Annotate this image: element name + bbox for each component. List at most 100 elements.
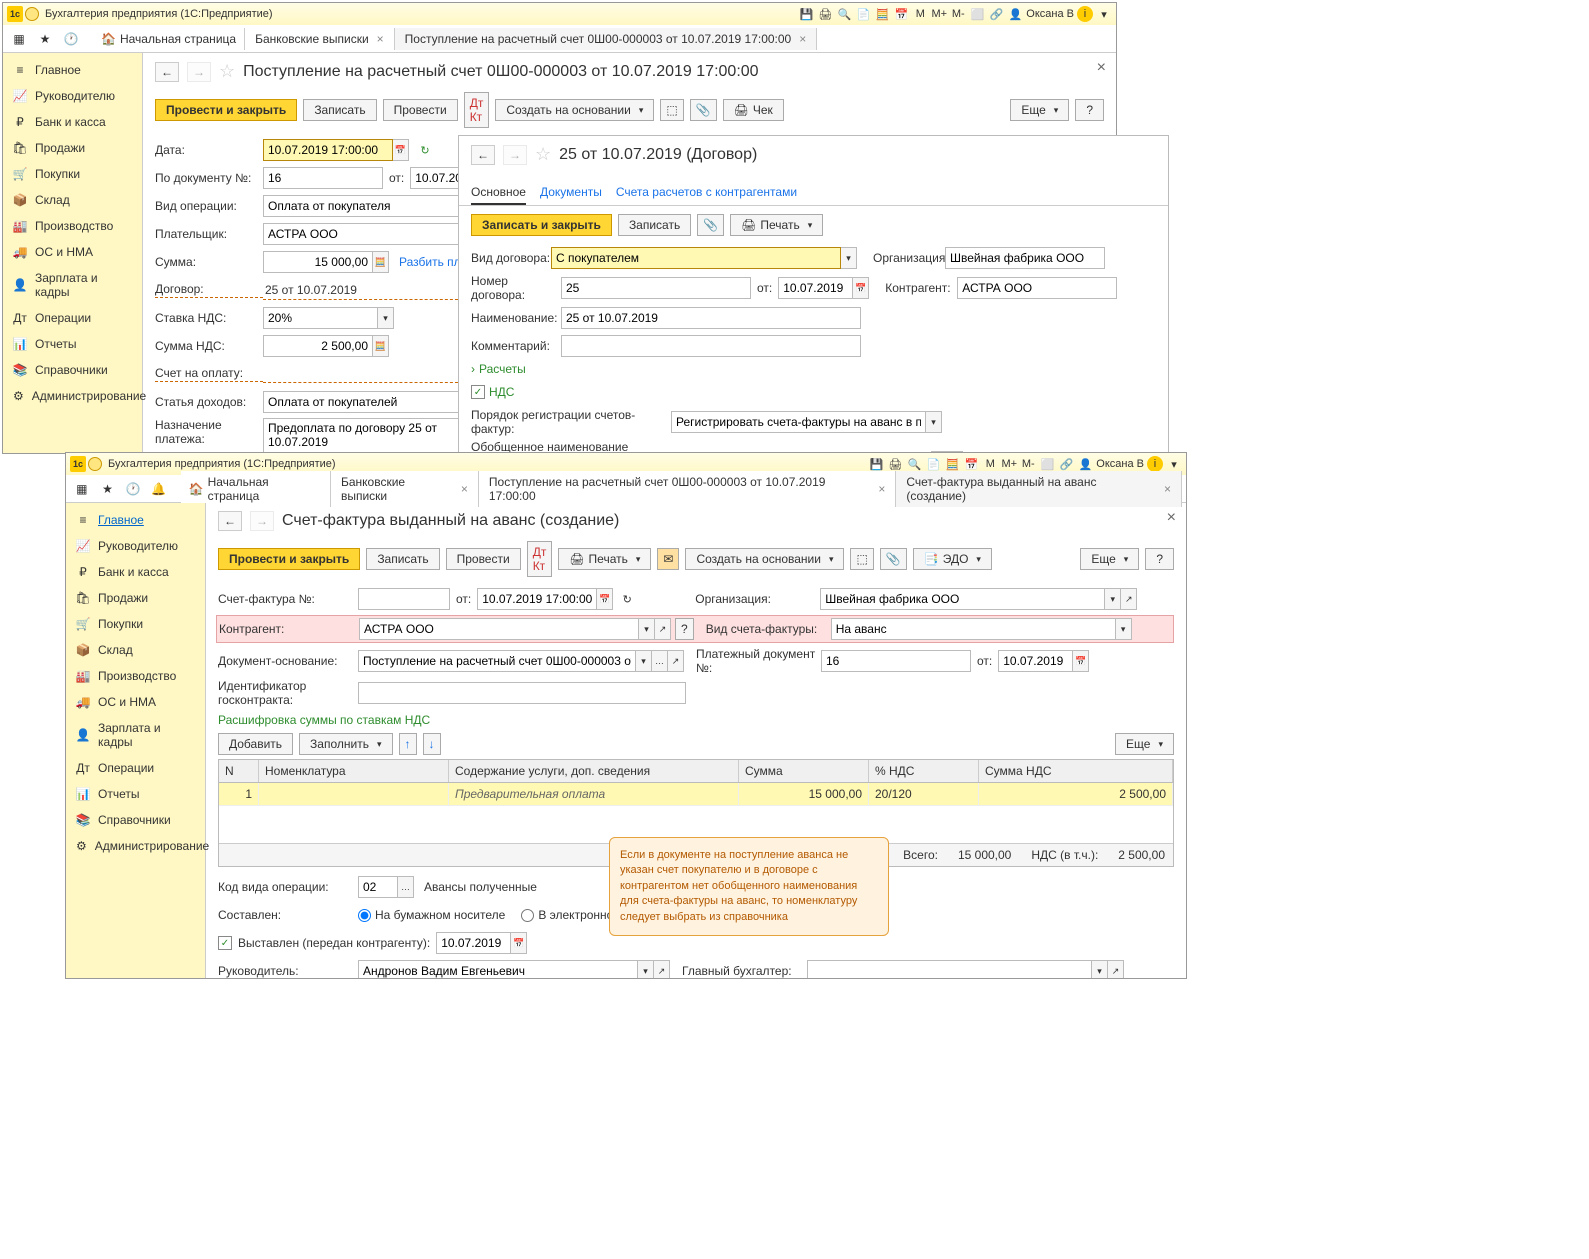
sidebar-item-Склад[interactable]: 📦Склад <box>66 637 205 663</box>
window-icon[interactable]: ⬜ <box>969 6 985 22</box>
forward-button[interactable]: → <box>187 62 211 82</box>
close-icon[interactable]: × <box>878 482 885 496</box>
optype-input[interactable] <box>263 195 463 217</box>
org-input[interactable] <box>945 247 1105 269</box>
calendar-button[interactable]: 📅 <box>1073 650 1089 672</box>
issued-checkbox[interactable]: ✓ <box>218 936 232 950</box>
vatsum-input[interactable] <box>263 335 373 357</box>
compare-icon[interactable]: 📄 <box>855 6 871 22</box>
sidebar-item-Отчеты[interactable]: 📊Отчеты <box>66 781 205 807</box>
docnum-input[interactable] <box>263 167 383 189</box>
purpose-input[interactable]: Предоплата по договору 25 от 10.07.2019 <box>263 418 463 453</box>
open-button[interactable]: ↗ <box>655 618 671 640</box>
radio-electronic[interactable] <box>521 909 534 922</box>
tab-home[interactable]: 🏠 Начальная страница <box>181 471 331 507</box>
sidebar-item-Зарплата и кадры[interactable]: 👤Зарплата и кадры <box>66 715 205 755</box>
apps-icon[interactable]: ▦ <box>70 477 94 501</box>
favorite-star-icon[interactable]: ☆ <box>535 144 551 165</box>
table-row[interactable]: 1 Предварительная оплата 15 000,00 20/12… <box>219 783 1173 806</box>
radio-paper[interactable] <box>358 909 371 922</box>
calc-icon[interactable]: 🧮 <box>874 6 890 22</box>
tab-accounts[interactable]: Счета расчетов с контрагентами <box>616 185 797 205</box>
vatrate-input[interactable] <box>263 307 378 329</box>
name-input[interactable] <box>561 307 861 329</box>
help-small-button[interactable]: ? <box>675 618 694 640</box>
calendar-button[interactable]: 📅 <box>597 588 613 610</box>
invoice-date-input[interactable] <box>477 588 597 610</box>
counter-input[interactable] <box>359 618 639 640</box>
tab-receipt[interactable]: Поступление на расчетный счет 0Ш00-00000… <box>395 28 818 50</box>
sidebar-item-Справочники[interactable]: 📚Справочники <box>3 357 142 383</box>
date-input[interactable] <box>263 139 393 161</box>
sidebar-item-Справочники[interactable]: 📚Справочники <box>66 807 205 833</box>
tab-receipt[interactable]: Поступление на расчетный счет 0Ш00-00000… <box>479 471 896 507</box>
sidebar-item-Банк и касса[interactable]: ₽Банк и касса <box>66 559 205 585</box>
post-button[interactable]: Провести <box>446 548 521 570</box>
tab-invoice[interactable]: Счет-фактура выданный на аванс (создание… <box>896 471 1182 507</box>
print-icon[interactable]: 🖨 <box>817 6 833 22</box>
tab-bank-statements[interactable]: Банковские выписки× <box>331 471 479 507</box>
open-button[interactable]: ↗ <box>1108 960 1124 978</box>
history-icon[interactable]: 🕐 <box>121 477 145 501</box>
sidebar-item-Продажи[interactable]: 🛍Продажи <box>66 585 205 611</box>
sidebar-item-Покупки[interactable]: 🛒Покупки <box>3 161 142 187</box>
mplus-button[interactable]: M+ <box>931 6 947 22</box>
attach-button[interactable]: 📎 <box>697 214 724 236</box>
calendar-button[interactable]: 📅 <box>853 277 869 299</box>
basis-input[interactable] <box>358 650 636 672</box>
fill-button[interactable]: Заполнить <box>299 733 392 755</box>
close-icon[interactable]: × <box>377 32 384 46</box>
star-icon[interactable]: ★ <box>33 27 57 51</box>
m-button[interactable]: M <box>912 6 928 22</box>
open-button[interactable]: ↗ <box>654 960 670 978</box>
dtkt-button[interactable]: ДтКт <box>464 92 490 128</box>
dropdown-button[interactable]: ▾ <box>1105 588 1121 610</box>
tab-main[interactable]: Основное <box>471 185 526 205</box>
attach-button[interactable]: 📎 <box>880 548 907 570</box>
move-up-button[interactable]: ↑ <box>399 733 417 755</box>
star-icon[interactable]: ★ <box>96 477 120 501</box>
sidebar-item-Администрирование[interactable]: ⚙Администрирование <box>66 833 205 859</box>
help-button[interactable]: ? <box>1145 548 1174 570</box>
sidebar-item-Операции[interactable]: ДтОперации <box>3 305 142 331</box>
dots-button[interactable]: … <box>398 876 414 898</box>
record-button[interactable]: Записать <box>618 214 691 236</box>
sidebar-item-Главное[interactable]: ≡Главное <box>3 57 142 83</box>
head-input[interactable] <box>358 960 638 978</box>
more-button[interactable]: Еще <box>1010 99 1069 121</box>
refresh-icon[interactable]: ↻ <box>417 142 433 158</box>
back-button[interactable]: ← <box>218 511 242 531</box>
close-document-button[interactable]: × <box>1097 59 1106 77</box>
attach-button[interactable]: 📎 <box>690 99 717 121</box>
paydoc-input[interactable] <box>821 650 971 672</box>
accountant-input[interactable] <box>807 960 1092 978</box>
gosid-input[interactable] <box>358 682 686 704</box>
info-icon[interactable]: i <box>1077 6 1093 22</box>
sidebar-item-ОС и НМА[interactable]: 🚚ОС и НМА <box>66 689 205 715</box>
back-button[interactable]: ← <box>471 145 495 165</box>
link-icon[interactable]: 🔗 <box>988 6 1004 22</box>
tab-home[interactable]: 🏠 Начальная страница <box>93 28 245 50</box>
back-button[interactable]: ← <box>155 62 179 82</box>
bell-icon[interactable]: 🔔 <box>147 477 171 501</box>
favorite-star-icon[interactable]: ☆ <box>219 61 235 82</box>
dropdown-button[interactable]: ▾ <box>639 618 655 640</box>
calendar-icon[interactable]: 📅 <box>893 6 909 22</box>
calc-button[interactable]: 🧮 <box>373 251 389 273</box>
forward-button[interactable]: → <box>503 145 527 165</box>
comment-input[interactable] <box>561 335 861 357</box>
close-icon[interactable]: × <box>1164 482 1171 496</box>
sidebar-item-Склад[interactable]: 📦Склад <box>3 187 142 213</box>
forward-button[interactable]: → <box>250 511 274 531</box>
print-button[interactable]: 🖨 Печать <box>558 548 651 570</box>
dtkt-button[interactable]: ДтКт <box>527 541 553 577</box>
dropdown-button[interactable]: ▾ <box>636 650 652 672</box>
record-button[interactable]: Записать <box>303 99 376 121</box>
print-button[interactable]: 🖨 Печать <box>730 214 823 236</box>
sidebar-item-Продажи[interactable]: 🛍Продажи <box>3 135 142 161</box>
preview-icon[interactable]: 🔍 <box>836 6 852 22</box>
create-based-button[interactable]: Создать на основании <box>685 548 844 570</box>
struct-button[interactable]: ⬚ <box>660 99 683 121</box>
close-icon[interactable]: × <box>799 32 806 46</box>
apps-icon[interactable]: ▦ <box>7 27 31 51</box>
